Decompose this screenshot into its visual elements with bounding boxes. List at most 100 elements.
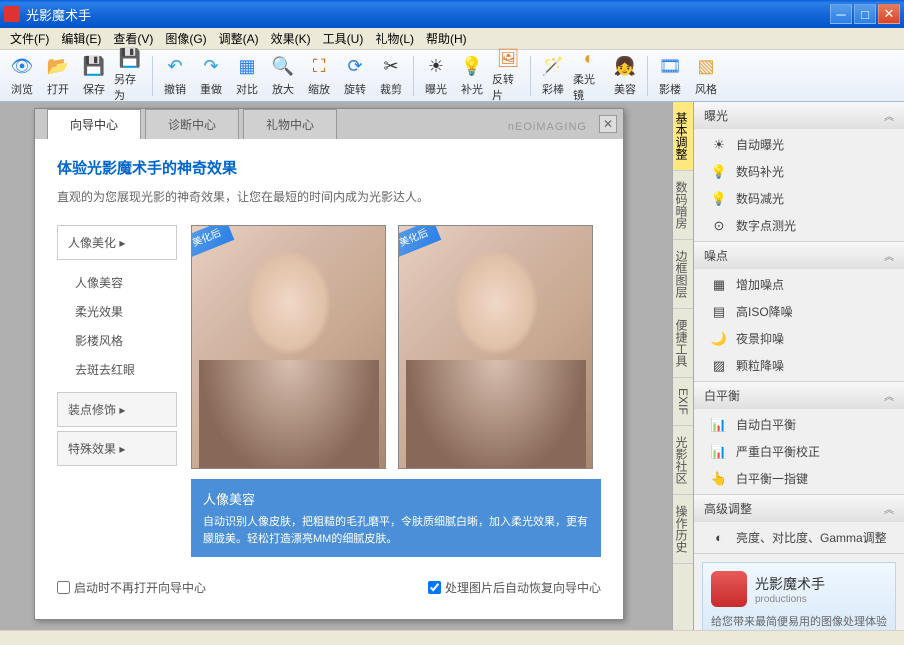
toolbar-曝光[interactable]: ☀曝光 bbox=[419, 52, 453, 100]
category-portrait[interactable]: 人像美化 ▸ bbox=[57, 225, 177, 260]
menu-item[interactable]: 调整(A) bbox=[213, 28, 265, 49]
panel-item-数字点测光[interactable]: ⊙数字点测光 bbox=[694, 212, 904, 239]
close-button[interactable]: ✕ bbox=[878, 4, 900, 24]
toolbar-打开[interactable]: 📂打开 bbox=[41, 52, 75, 100]
panel-item-严重白平衡校正[interactable]: 📊严重白平衡校正 bbox=[694, 438, 904, 465]
保存-icon: 💾 bbox=[82, 55, 106, 79]
panel-item-数码补光[interactable]: 💡数码补光 bbox=[694, 158, 904, 185]
toolbar-label: 放大 bbox=[272, 81, 294, 97]
menu-item[interactable]: 图像(G) bbox=[159, 28, 212, 49]
panel-item-数码减光[interactable]: 💡数码减光 bbox=[694, 185, 904, 212]
toolbar-另存为[interactable]: 💾另存为 bbox=[113, 52, 147, 100]
category-decoration[interactable]: 装点修饰 ▸ bbox=[57, 392, 177, 427]
portrait-item[interactable]: 人像美容 bbox=[75, 268, 177, 297]
promo-box[interactable]: 光影魔术手 productions 给您带来最简便易用的图像处理体验 bbox=[702, 562, 896, 630]
side-tab-数码暗房[interactable]: 数码暗房 bbox=[673, 171, 693, 240]
反转片-icon: 🖼 bbox=[496, 48, 520, 69]
panel-item-自动曝光[interactable]: ☀自动曝光 bbox=[694, 131, 904, 158]
补光-icon: 💡 bbox=[460, 55, 484, 79]
wizard-tab-向导中心[interactable]: 向导中心 bbox=[47, 109, 141, 139]
panel-header-高级调整[interactable]: 高级调整︽ bbox=[694, 495, 904, 522]
checkbox-no-open-input[interactable] bbox=[57, 581, 70, 594]
menu-item[interactable]: 文件(F) bbox=[4, 28, 55, 49]
toolbar-label: 旋转 bbox=[344, 81, 366, 97]
canvas-area: 向导中心诊断中心礼物中心 nEOiMAGING ✕ 体验光影魔术手的神奇效果 直… bbox=[0, 102, 672, 630]
toolbar-label: 浏览 bbox=[11, 81, 33, 97]
menu-item[interactable]: 编辑(E) bbox=[55, 28, 107, 49]
effect-description-box: 人像美容 自动识别人像皮肤，把粗糙的毛孔磨平，令肤质细腻白晰，加入柔光效果，更有… bbox=[191, 479, 601, 557]
menu-item[interactable]: 查看(V) bbox=[107, 28, 159, 49]
toolbar-撤销[interactable]: ↶撤销 bbox=[158, 52, 192, 100]
toolbar-label: 柔光镜 bbox=[573, 71, 605, 103]
title-bar: 光影魔术手 ─ □ ✕ bbox=[0, 0, 904, 28]
side-tab-光影社区[interactable]: 光影社区 bbox=[673, 426, 693, 495]
wizard-tab-诊断中心[interactable]: 诊断中心 bbox=[145, 109, 239, 139]
panel-item-自动白平衡[interactable]: 📊自动白平衡 bbox=[694, 411, 904, 438]
checkbox-restore-input[interactable] bbox=[428, 581, 441, 594]
toolbar-浏览[interactable]: 👁浏览 bbox=[5, 52, 39, 100]
wizard-close-button[interactable]: ✕ bbox=[599, 115, 617, 133]
toolbar-风格[interactable]: ▧风格 bbox=[689, 52, 723, 100]
panel-header-噪点[interactable]: 噪点︽ bbox=[694, 242, 904, 269]
panel-item-白平衡一指键[interactable]: 👆白平衡一指键 bbox=[694, 465, 904, 492]
toolbar-label: 裁剪 bbox=[380, 81, 402, 97]
category-effects[interactable]: 特殊效果 ▸ bbox=[57, 431, 177, 466]
toolbar-separator bbox=[152, 56, 153, 96]
item-icon: 📊 bbox=[710, 417, 728, 433]
window-title: 光影魔术手 bbox=[26, 5, 830, 24]
side-tab-基本调整[interactable]: 基本调整 bbox=[673, 102, 693, 171]
撤销-icon: ↶ bbox=[163, 55, 187, 79]
toolbar-重做[interactable]: ↷重做 bbox=[194, 52, 228, 100]
side-tab-strip: 基本调整数码暗房边框图层便捷工具EXIF光影社区操作历史 bbox=[672, 102, 694, 630]
美容-icon: 👧 bbox=[613, 55, 637, 79]
side-tab-边框图层[interactable]: 边框图层 bbox=[673, 240, 693, 309]
panel-item-增加噪点[interactable]: ▦增加噪点 bbox=[694, 271, 904, 298]
item-icon: 💡 bbox=[710, 191, 728, 207]
portrait-item[interactable]: 去斑去红眼 bbox=[75, 355, 177, 384]
checkbox-no-open[interactable]: 启动时不再打开向导中心 bbox=[57, 579, 206, 596]
toolbar-美容[interactable]: 👧美容 bbox=[608, 52, 642, 100]
menu-item[interactable]: 效果(K) bbox=[265, 28, 317, 49]
side-tab-EXIF[interactable]: EXIF bbox=[673, 378, 693, 426]
toolbar-柔光镜[interactable]: ◐柔光镜 bbox=[572, 52, 606, 100]
wizard-tab-礼物中心[interactable]: 礼物中心 bbox=[243, 109, 337, 139]
collapse-icon: ︽ bbox=[884, 388, 894, 403]
toolbar-label: 彩棒 bbox=[542, 81, 564, 97]
toolbar: 👁浏览📂打开 💾 保存 💾另存为 ↶撤销↷重做▦对比🔍放大⛶缩放⟳旋转✂裁剪 ☀曝光💡补光… bbox=[0, 50, 904, 102]
side-tab-便捷工具[interactable]: 便捷工具 bbox=[673, 309, 693, 378]
panel-header-曝光[interactable]: 曝光︽ bbox=[694, 102, 904, 129]
toolbar-label: 影楼 bbox=[659, 81, 681, 97]
toolbar-label: 对比 bbox=[236, 81, 258, 97]
app-icon bbox=[4, 6, 20, 22]
side-tab-操作历史[interactable]: 操作历史 bbox=[673, 495, 693, 564]
toolbar-separator bbox=[413, 56, 414, 96]
item-icon: ▦ bbox=[710, 277, 728, 293]
toolbar-放大[interactable]: 🔍放大 bbox=[266, 52, 300, 100]
toolbar-缩放[interactable]: ⛶缩放 bbox=[302, 52, 336, 100]
checkbox-restore[interactable]: 处理图片后自动恢复向导中心 bbox=[428, 579, 601, 596]
maximize-button[interactable]: □ bbox=[854, 4, 876, 24]
toolbar-彩棒[interactable]: 🪄彩棒 bbox=[536, 52, 570, 100]
menu-item[interactable]: 礼物(L) bbox=[369, 28, 420, 49]
minimize-button[interactable]: ─ bbox=[830, 4, 852, 24]
menu-item[interactable]: 工具(U) bbox=[317, 28, 370, 49]
toolbar-补光[interactable]: 💡补光 bbox=[455, 52, 489, 100]
toolbar-对比[interactable]: ▦对比 bbox=[230, 52, 264, 100]
toolbar-反转片[interactable]: 🖼反转片 bbox=[491, 52, 525, 100]
panel-item-颗粒降噪[interactable]: ▨颗粒降噪 bbox=[694, 352, 904, 379]
toolbar-保存[interactable]: 💾 保存 bbox=[77, 52, 111, 100]
collapse-icon: ︽ bbox=[884, 248, 894, 263]
portrait-item[interactable]: 柔光效果 bbox=[75, 297, 177, 326]
toolbar-影楼[interactable]: 🎞影楼 bbox=[653, 52, 687, 100]
toolbar-裁剪[interactable]: ✂裁剪 bbox=[374, 52, 408, 100]
portrait-item[interactable]: 影楼风格 bbox=[75, 326, 177, 355]
toolbar-label: 重做 bbox=[200, 81, 222, 97]
panel-item-亮度、对比度、Gamma调整[interactable]: ◐亮度、对比度、Gamma调整 bbox=[694, 524, 904, 551]
menu-item[interactable]: 帮助(H) bbox=[420, 28, 473, 49]
toolbar-label: 保存 bbox=[83, 81, 105, 97]
panel-item-高ISO降噪[interactable]: ▤高ISO降噪 bbox=[694, 298, 904, 325]
另存为-icon: 💾 bbox=[118, 48, 142, 69]
toolbar-旋转[interactable]: ⟳旋转 bbox=[338, 52, 372, 100]
panel-item-夜景抑噪[interactable]: 🌙夜景抑噪 bbox=[694, 325, 904, 352]
panel-header-白平衡[interactable]: 白平衡︽ bbox=[694, 382, 904, 409]
